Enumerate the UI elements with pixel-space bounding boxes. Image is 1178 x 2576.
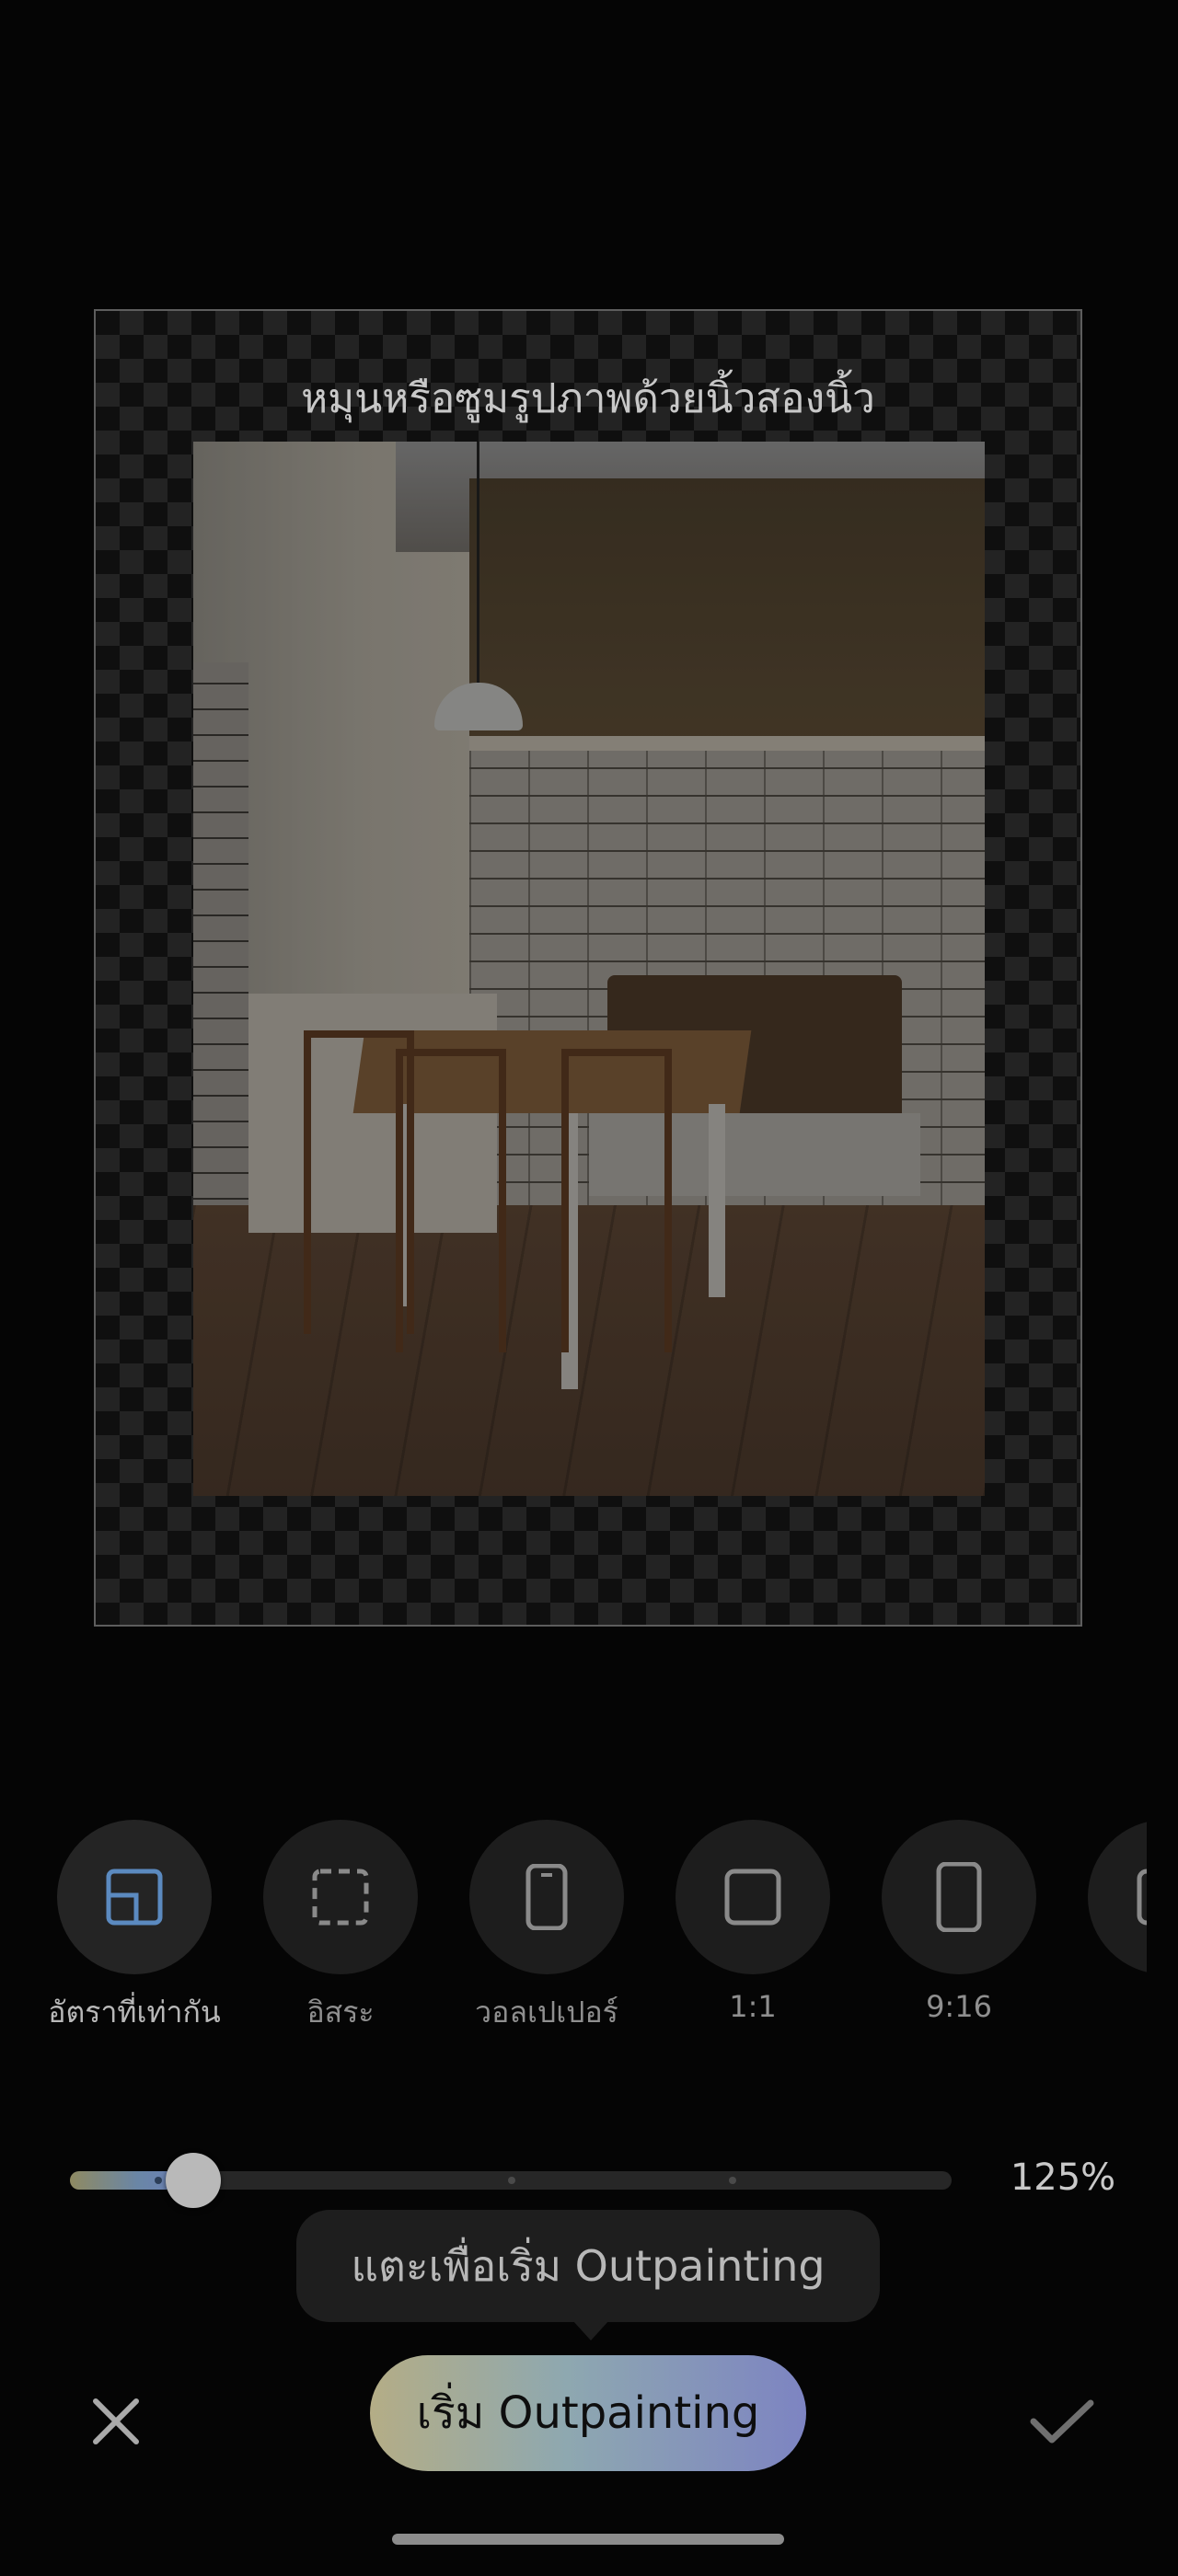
close-icon [93, 2398, 139, 2444]
ratio-option-circle[interactable] [469, 1820, 624, 1974]
ratio-label: วอลเปเปอร์ [475, 1995, 618, 2030]
zoom-slider[interactable] [70, 2153, 952, 2208]
ratio-label: 1:1 [729, 1989, 777, 2024]
original-ratio-icon [106, 1869, 163, 1926]
outpainting-screen: หมุนหรือซูมรูปภาพด้วยนิ้วสองนิ้ว อัตราที… [0, 0, 1178, 2576]
landscape-rect-icon [1137, 1869, 1147, 1926]
ratio-option-freeform[interactable]: อิสระ [237, 1820, 444, 2036]
check-icon [1030, 2399, 1094, 2444]
ratio-label: 1 [1062, 1989, 1147, 2024]
portrait-rect-icon [936, 1862, 982, 1932]
ratio-option-circle[interactable] [882, 1820, 1036, 1974]
tooltip-text: แตะเพื่อเริ่ม Outpainting [351, 2240, 826, 2291]
gesture-hint-text: หมุนหรือซูมรูปภาพด้วยนิ้วสองนิ้ว [301, 375, 875, 422]
confirm-button[interactable] [1018, 2377, 1106, 2466]
slider-tick [508, 2177, 515, 2184]
ratio-option-circle[interactable] [263, 1820, 418, 1974]
source-photo[interactable] [193, 442, 985, 1496]
zoom-slider-thumb[interactable] [166, 2153, 221, 2208]
start-tooltip: แตะเพื่อเริ่ม Outpainting [296, 2210, 880, 2322]
slider-tick [155, 2177, 162, 2184]
slider-tick [729, 2177, 736, 2184]
home-indicator[interactable] [392, 2534, 784, 2545]
ratio-option-1-1[interactable]: 1:1 [650, 1820, 856, 2024]
ratio-option-circle[interactable] [57, 1820, 212, 1974]
ratio-label: 9:16 [926, 1989, 992, 2024]
phone-wallpaper-icon [525, 1864, 568, 1930]
ratio-label: อัตราที่เท่ากัน [48, 1995, 221, 2030]
start-outpainting-button[interactable]: เริ่ม Outpainting [370, 2355, 806, 2471]
tooltip-arrow [572, 2320, 609, 2340]
zoom-value-label: 125% [1010, 2156, 1116, 2199]
cancel-button[interactable] [72, 2377, 160, 2466]
ratio-option-circle[interactable] [676, 1820, 830, 1974]
ratio-option-original[interactable]: อัตราที่เท่ากัน [31, 1820, 237, 2036]
aspect-ratio-list[interactable]: อัตราที่เท่ากัน อิสระ วอลเปเปอร์ 1:1 9:1… [0, 1820, 1147, 2050]
start-outpainting-label: เริ่ม Outpainting [416, 2387, 760, 2439]
ratio-label: อิสระ [306, 1995, 375, 2030]
ratio-option-partial[interactable]: 1 [1062, 1820, 1147, 2024]
ratio-option-wallpaper[interactable]: วอลเปเปอร์ [444, 1820, 650, 2036]
square-icon [724, 1869, 781, 1926]
ratio-option-circle[interactable] [1088, 1820, 1147, 1974]
freeform-crop-icon [312, 1869, 369, 1926]
ratio-option-9-16[interactable]: 9:16 [856, 1820, 1062, 2024]
